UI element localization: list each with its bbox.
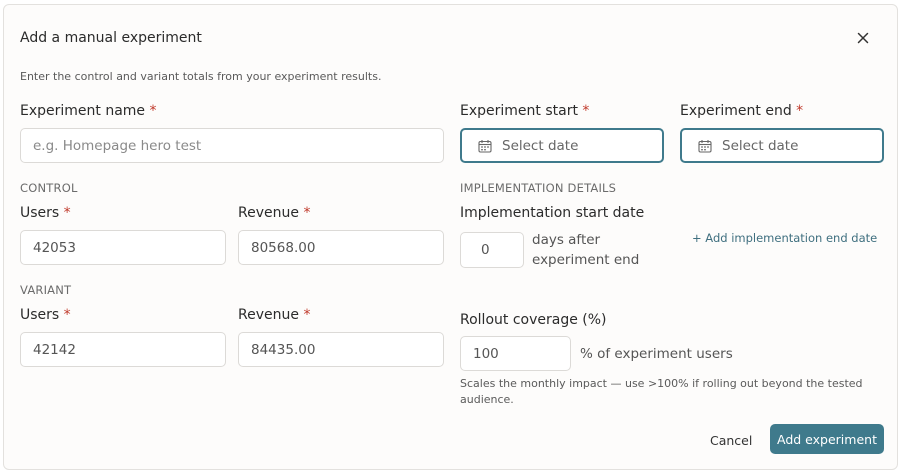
experiment-start-button-text: Select date	[502, 137, 579, 154]
variant-revenue-input[interactable]	[238, 332, 444, 367]
control-users-label-text: Users	[20, 205, 60, 221]
experiment-start-label: Experiment start *	[460, 103, 589, 119]
dialog-description: Enter the control and variant totals fro…	[20, 70, 382, 83]
days-after-line1: days after	[532, 232, 601, 248]
add-experiment-dialog: Add a manual experiment Enter the contro…	[3, 4, 898, 470]
variant-users-input[interactable]	[20, 332, 226, 367]
close-button[interactable]	[854, 29, 872, 47]
control-section-label: CONTROL	[20, 181, 78, 195]
dialog-title: Add a manual experiment	[20, 30, 202, 46]
rollout-coverage-label: Rollout coverage (%)	[460, 312, 607, 328]
control-revenue-input[interactable]	[238, 230, 444, 265]
required-mark: *	[63, 307, 71, 323]
required-mark: *	[63, 205, 71, 221]
control-revenue-label-text: Revenue	[238, 205, 299, 221]
experiment-end-label-text: Experiment end	[680, 103, 792, 119]
variant-users-label-text: Users	[20, 307, 60, 323]
required-mark: *	[582, 103, 590, 119]
experiment-name-input[interactable]	[20, 128, 444, 163]
rollout-coverage-input[interactable]	[460, 336, 571, 371]
control-users-input[interactable]	[20, 230, 226, 265]
days-after-text: days after experiment end	[532, 230, 639, 270]
experiment-end-date-button[interactable]: Select date	[680, 128, 884, 163]
add-experiment-button[interactable]: Add experiment	[770, 424, 884, 454]
required-mark: *	[149, 103, 157, 119]
calendar-icon	[478, 139, 492, 153]
control-users-label: Users *	[20, 205, 71, 221]
experiment-end-button-text: Select date	[722, 137, 799, 154]
experiment-start-label-text: Experiment start	[460, 103, 578, 119]
rollout-suffix: % of experiment users	[580, 346, 733, 362]
variant-revenue-label: Revenue *	[238, 307, 310, 323]
variant-revenue-label-text: Revenue	[238, 307, 299, 323]
rollout-hint: Scales the monthly impact — use >100% if…	[460, 377, 863, 406]
control-revenue-label: Revenue *	[238, 205, 310, 221]
required-mark: *	[303, 205, 311, 221]
experiment-name-label: Experiment name *	[20, 103, 157, 119]
implementation-start-label: Implementation start date	[460, 205, 645, 221]
experiment-start-date-button[interactable]: Select date	[460, 128, 664, 163]
variant-users-label: Users *	[20, 307, 71, 323]
cancel-button[interactable]: Cancel	[710, 433, 752, 448]
days-after-line2: experiment end	[532, 252, 640, 268]
calendar-icon	[698, 139, 712, 153]
implementation-section-label: IMPLEMENTATION DETAILS	[460, 181, 617, 195]
variant-section-label: VARIANT	[20, 283, 72, 297]
required-mark: *	[303, 307, 311, 323]
experiment-name-label-text: Experiment name	[20, 103, 146, 119]
experiment-end-label: Experiment end *	[680, 103, 803, 119]
required-mark: *	[796, 103, 804, 119]
implementation-days-input[interactable]	[460, 232, 524, 268]
close-icon	[857, 32, 869, 44]
add-implementation-end-link[interactable]: + Add implementation end date	[692, 231, 877, 245]
